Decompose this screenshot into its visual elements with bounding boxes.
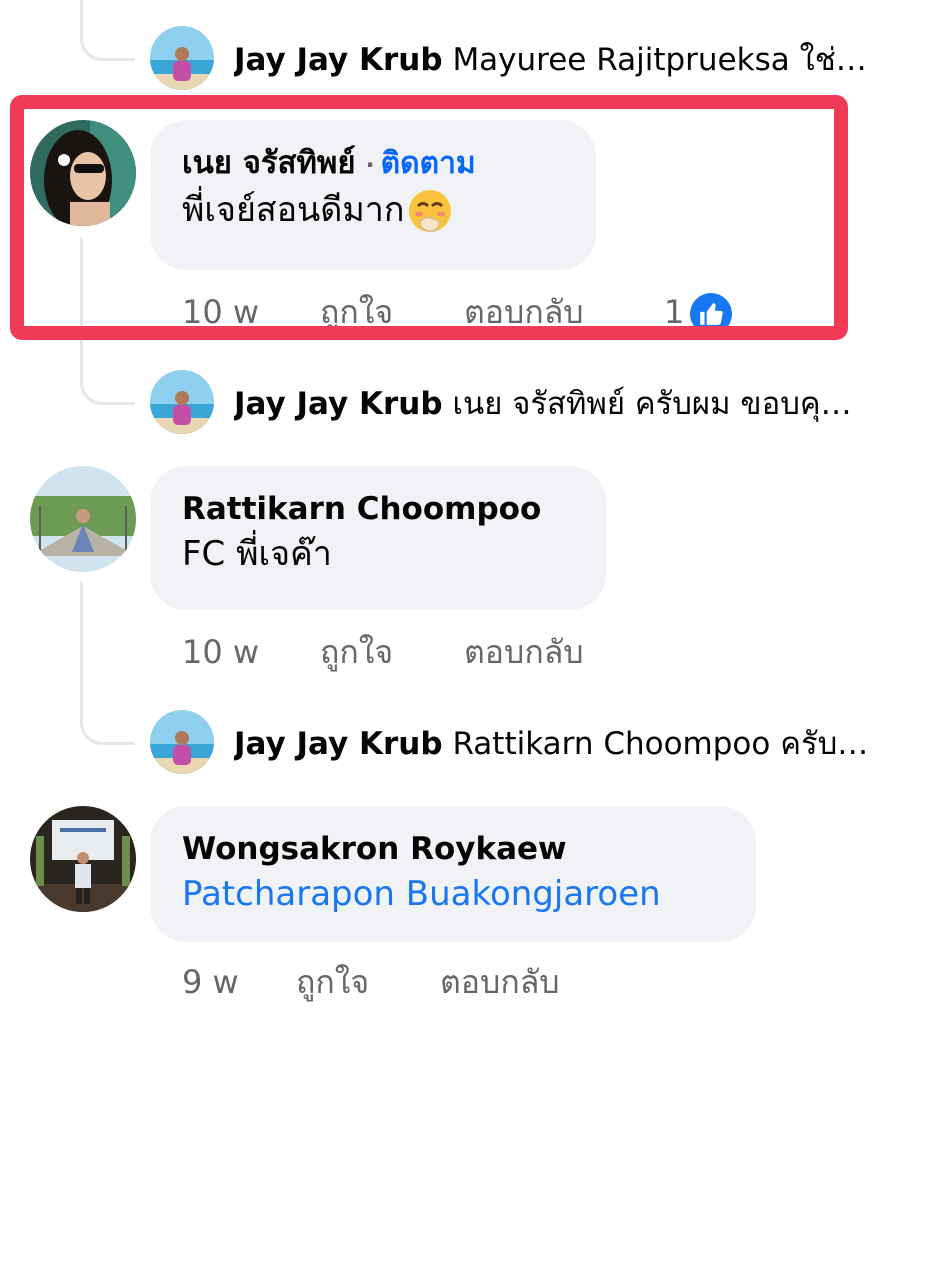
reply-preview[interactable]: Jay Jay Krub เนย จรัสทิพย์ ครับผม ขอบคุ…: [234, 384, 914, 424]
comment-actions: 9 w ถูกใจ ตอบกลับ: [182, 962, 560, 1002]
reply-text: Mayuree Rajitprueksa ใช่…: [452, 42, 867, 78]
comment-bubble[interactable]: Rattikarn Choompoo FC พี่เจค๊า: [150, 466, 606, 610]
reply-author[interactable]: Jay Jay Krub: [234, 42, 443, 78]
like-button[interactable]: ถูกใจ: [296, 962, 440, 1002]
comment-time[interactable]: 9 w: [182, 962, 296, 1002]
comment-author[interactable]: Rattikarn Choompoo: [182, 488, 574, 530]
reply-text: เนย จรัสทิพย์ ครับผม ขอบคุ…: [452, 386, 852, 422]
comment-bubble[interactable]: Wongsakron Roykaew Patcharapon Buakongja…: [150, 806, 756, 942]
reply-author[interactable]: Jay Jay Krub: [234, 386, 443, 422]
comment-text: FC พี่เจค๊า: [182, 534, 332, 574]
avatar-jay-jay-krub[interactable]: [150, 370, 214, 434]
comment-time[interactable]: 10 w: [182, 632, 320, 672]
reply-author[interactable]: Jay Jay Krub: [234, 726, 443, 762]
reply-preview[interactable]: Jay Jay Krub Mayuree Rajitprueksa ใช่…: [234, 40, 914, 80]
reply-connector: [80, 366, 135, 405]
reply-text: Rattikarn Choompoo ครับ…: [452, 726, 869, 762]
thread-line: [80, 582, 83, 712]
avatar-jay-jay-krub[interactable]: [150, 26, 214, 90]
highlight-frame: [10, 95, 848, 340]
reply-connector: [80, 28, 135, 61]
reply-connector: [80, 710, 135, 745]
reply-button[interactable]: ตอบกลับ: [440, 962, 560, 1002]
reply-button[interactable]: ตอบกลับ: [464, 632, 584, 672]
avatar-jay-jay-krub[interactable]: [150, 710, 214, 774]
mentioned-user-link[interactable]: Patcharapon Buakongjaroen: [182, 870, 724, 918]
avatar-wongsakron[interactable]: [30, 806, 136, 912]
comment-author[interactable]: Wongsakron Roykaew: [182, 828, 724, 870]
avatar-rattikarn[interactable]: [30, 466, 136, 572]
thread-line: [80, 0, 83, 30]
reply-preview[interactable]: Jay Jay Krub Rattikarn Choompoo ครับ…: [234, 724, 914, 764]
like-button[interactable]: ถูกใจ: [320, 632, 464, 672]
comment-actions: 10 w ถูกใจ ตอบกลับ: [182, 632, 584, 672]
